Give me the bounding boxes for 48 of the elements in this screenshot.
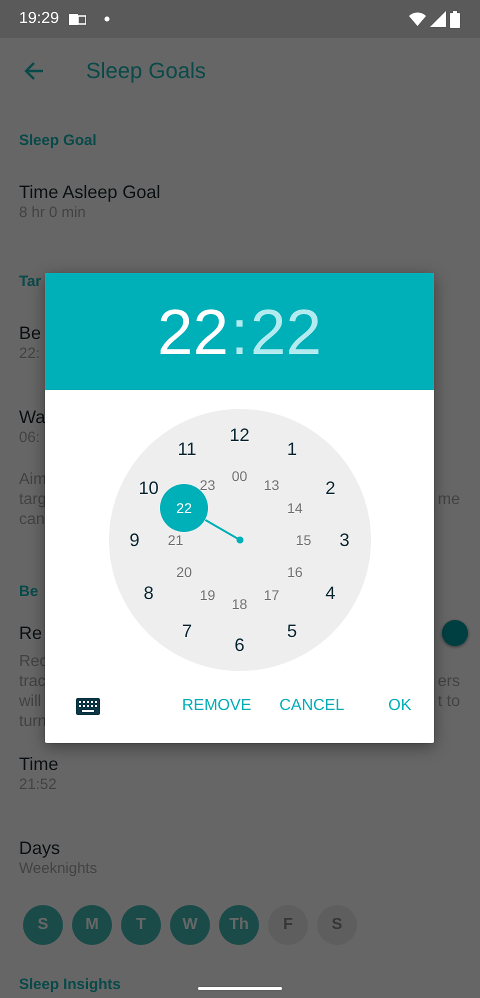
section-heading: Tar bbox=[19, 272, 42, 292]
clock-number[interactable]: 20 bbox=[176, 565, 192, 579]
clock-number[interactable]: 3 bbox=[340, 531, 350, 549]
clock-number[interactable]: 1 bbox=[287, 440, 297, 458]
clock-number[interactable]: 12 bbox=[229, 426, 250, 444]
page-title: Sleep Goals bbox=[86, 58, 206, 84]
clock-number[interactable]: 2 bbox=[325, 478, 336, 496]
clock-number[interactable]: 9 bbox=[130, 531, 140, 549]
clock-number[interactable]: 13 bbox=[264, 478, 280, 492]
clock-number[interactable]: 6 bbox=[234, 636, 244, 654]
keyboard-icon bbox=[76, 698, 100, 714]
clock-number[interactable]: 19 bbox=[200, 588, 216, 602]
clock-number[interactable]: 5 bbox=[287, 622, 297, 640]
clock-number[interactable]: 4 bbox=[325, 584, 336, 602]
clock-hand bbox=[204, 519, 243, 544]
section-heading: Sleep Insights bbox=[19, 975, 121, 995]
clock-number[interactable]: 16 bbox=[287, 565, 303, 579]
clock-number[interactable]: 8 bbox=[144, 584, 154, 602]
back-arrow-icon bbox=[24, 62, 44, 80]
dialog-button[interactable]: CANCEL bbox=[273, 689, 350, 723]
toggle-switch[interactable] bbox=[442, 620, 468, 646]
dialog-button[interactable]: REMOVE bbox=[176, 689, 258, 723]
clock-number[interactable]: 11 bbox=[178, 440, 196, 458]
clock-number[interactable]: 00 bbox=[232, 469, 248, 483]
clock-number[interactable]: 10 bbox=[138, 478, 159, 496]
clock-number[interactable]: 15 bbox=[296, 533, 312, 547]
setting-label[interactable]: Re bbox=[19, 622, 42, 644]
clock-number[interactable]: 17 bbox=[264, 588, 280, 602]
clock-time: 19:29 bbox=[19, 10, 60, 28]
dialog-button[interactable]: OK bbox=[382, 689, 418, 723]
time-separator: : bbox=[230, 294, 248, 368]
signal-icon bbox=[430, 11, 446, 27]
hour-display[interactable]: 22 bbox=[157, 294, 229, 368]
clock-number[interactable]: 21 bbox=[168, 533, 184, 547]
clock-number[interactable]: 18 bbox=[232, 597, 248, 611]
battery-icon bbox=[450, 10, 460, 28]
setting-label[interactable]: Time Asleep Goal bbox=[19, 181, 160, 203]
setting-label[interactable]: Wa bbox=[19, 406, 46, 428]
setting-label[interactable]: Be bbox=[19, 322, 42, 344]
section-heading: Be bbox=[19, 582, 38, 602]
wifi-icon bbox=[409, 12, 426, 26]
clock-number[interactable]: 14 bbox=[287, 501, 303, 515]
setting-label[interactable]: Time bbox=[19, 753, 58, 775]
setting-label[interactable]: Days bbox=[19, 837, 60, 859]
section-heading: Sleep Goal bbox=[19, 131, 97, 151]
dot-icon bbox=[104, 16, 110, 22]
minute-display[interactable]: 22 bbox=[250, 294, 322, 368]
clock-number[interactable]: 7 bbox=[182, 622, 192, 640]
